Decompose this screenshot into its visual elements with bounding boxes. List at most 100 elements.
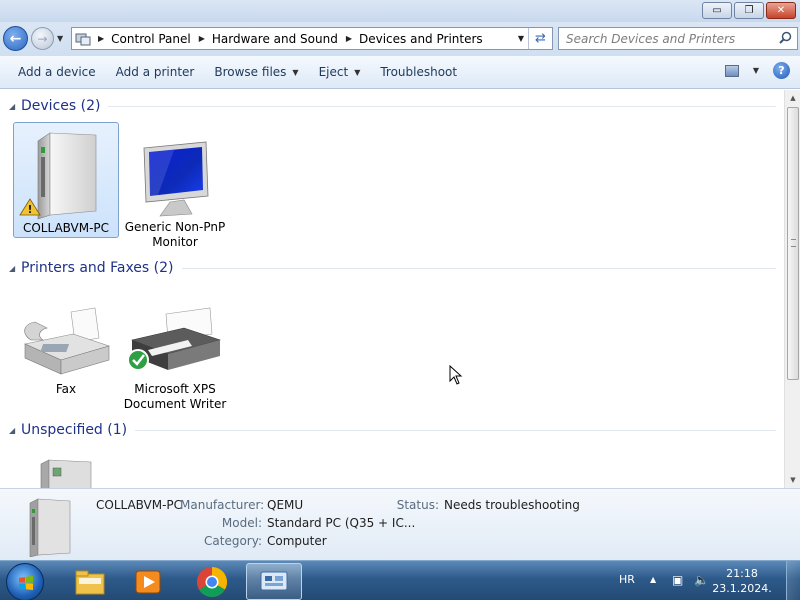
taskbar-devices-button[interactable]	[246, 563, 302, 600]
clock[interactable]: 21:18 23.1.2024.	[712, 566, 772, 596]
device-item-generic-monitor[interactable]: Generic Non-PnP Monitor	[122, 122, 228, 249]
refresh-icon: ⇄	[535, 31, 546, 46]
volume-icon[interactable]: 🔈	[694, 573, 709, 587]
collapse-icon[interactable]: ◢	[9, 264, 21, 273]
command-bar: Add a device Add a printer Browse files ▼…	[0, 56, 800, 89]
breadcrumb-control-panel[interactable]: Control Panel	[111, 32, 191, 46]
server-tower-icon	[40, 459, 92, 488]
maximize-button[interactable]: ❐	[734, 2, 764, 19]
details-pane: COLLABVM-PC Manufacturer: QEMU Model: St…	[0, 488, 800, 560]
details-model-value: Standard PC (Q35 + IC...	[267, 516, 416, 530]
add-printer-button[interactable]: Add a printer	[106, 60, 205, 84]
details-category-key: Category:	[204, 534, 262, 548]
minimize-button[interactable]: ▭	[702, 2, 732, 19]
address-bar[interactable]: ▶ Control Panel ▶ Hardware and Sound ▶ D…	[71, 27, 553, 50]
command-bar-right: ▼ ?	[724, 62, 790, 79]
back-arrow-icon: ←	[9, 30, 22, 47]
printer-default-icon	[127, 307, 222, 371]
language-indicator[interactable]: HR	[619, 573, 635, 586]
navigation-bar: ← → ▼ ▶ Control Panel ▶ Hardware and Sou…	[0, 22, 800, 56]
breadcrumb-separator-icon[interactable]: ▶	[199, 34, 205, 43]
scrollbar-thumb[interactable]	[787, 107, 799, 380]
device-label-line: Generic Non-PnP	[124, 220, 226, 234]
control-panel-icon	[72, 28, 94, 49]
vertical-scrollbar[interactable]: ▲ ▼	[784, 90, 800, 488]
unspecified-item[interactable]	[13, 446, 119, 488]
add-device-label: Add a device	[18, 65, 96, 79]
device-label: Generic Non-PnP Monitor	[122, 220, 228, 250]
browse-files-button[interactable]: Browse files ▼	[204, 60, 308, 84]
details-status-key: Status:	[396, 498, 439, 512]
windows-logo-icon	[19, 576, 33, 590]
taskbar-media-player-button[interactable]	[120, 563, 176, 600]
media-player-icon	[135, 570, 161, 593]
device-label-line: Monitor	[152, 235, 198, 249]
taskbar-chrome-button[interactable]	[184, 563, 240, 600]
history-dropdown-icon[interactable]: ▼	[57, 34, 63, 43]
forward-arrow-icon: →	[37, 31, 48, 46]
breadcrumb-hardware-and-sound[interactable]: Hardware and Sound	[212, 32, 338, 46]
eject-label: Eject	[318, 65, 349, 79]
refresh-button[interactable]: ⇄	[528, 28, 552, 49]
show-hidden-icons-icon[interactable]: ▲	[650, 575, 656, 584]
address-dropdown-icon[interactable]: ▼	[518, 34, 524, 43]
eject-button[interactable]: Eject ▼	[309, 60, 371, 84]
printer-label-line: Document Writer	[123, 397, 227, 411]
device-label: COLLABVM-PC	[22, 221, 110, 235]
group-title-printers: Printers and Faxes (2)	[21, 260, 174, 276]
help-icon[interactable]: ?	[773, 62, 790, 79]
details-manufacturer-value: QEMU	[267, 498, 304, 512]
details-device-name: COLLABVM-PC	[96, 498, 183, 512]
group-title-unspecified: Unspecified (1)	[21, 422, 128, 438]
scroll-up-icon[interactable]: ▲	[785, 90, 800, 106]
computer-tower-warning-icon: !	[19, 132, 97, 220]
group-header-unspecified[interactable]: ◢ Unspecified (1)	[0, 419, 784, 441]
change-view-icon[interactable]	[724, 64, 739, 77]
search-input[interactable]	[559, 28, 769, 49]
device-item-collabvm-pc[interactable]: ! COLLABVM-PC	[13, 122, 119, 238]
devices-content-area: ◢ Devices (2) ! COLLABVM-PC Generic Non-…	[0, 90, 784, 488]
file-explorer-icon	[75, 570, 105, 594]
details-model-key: Model:	[221, 516, 262, 530]
browse-files-label: Browse files	[214, 65, 287, 79]
breadcrumb-separator-icon[interactable]: ▶	[346, 34, 352, 43]
add-printer-label: Add a printer	[115, 65, 195, 79]
title-bar: ▭ ❐ ✕	[0, 0, 800, 22]
system-tray: HR ▲ ▣ 🔈 21:18 23.1.2024.	[600, 561, 800, 600]
clock-date: 23.1.2024.	[712, 582, 772, 595]
troubleshoot-label: Troubleshoot	[380, 65, 458, 79]
view-options-dropdown-icon[interactable]: ▼	[753, 66, 759, 75]
network-icon[interactable]: ▣	[672, 573, 683, 587]
close-button[interactable]: ✕	[766, 2, 796, 19]
collapse-icon[interactable]: ◢	[9, 102, 21, 111]
search-box	[558, 27, 798, 50]
chevron-down-icon: ▼	[292, 67, 299, 77]
monitor-icon	[143, 141, 209, 217]
fax-icon	[24, 307, 111, 375]
divider	[135, 429, 776, 431]
details-manufacturer-key: Manufacturer:	[180, 498, 265, 512]
search-icon[interactable]	[779, 31, 792, 44]
show-desktop-button[interactable]	[786, 561, 800, 600]
window-controls: ▭ ❐ ✕	[702, 2, 796, 19]
group-header-printers[interactable]: ◢ Printers and Faxes (2)	[0, 257, 784, 279]
scroll-down-icon[interactable]: ▼	[785, 472, 800, 488]
printer-item-fax[interactable]: Fax	[13, 284, 119, 400]
group-header-devices[interactable]: ◢ Devices (2)	[0, 95, 784, 117]
breadcrumb-separator-icon[interactable]: ▶	[98, 34, 104, 43]
divider	[181, 267, 776, 269]
svg-text:!: !	[27, 203, 32, 216]
breadcrumb-devices-and-printers[interactable]: Devices and Printers	[359, 32, 483, 46]
add-device-button[interactable]: Add a device	[8, 60, 106, 84]
chrome-icon	[196, 566, 228, 597]
taskbar-explorer-button[interactable]	[62, 563, 118, 600]
back-button[interactable]: ←	[3, 26, 28, 51]
start-button[interactable]	[6, 563, 44, 600]
printer-item-xps-writer[interactable]: Microsoft XPS Document Writer	[122, 284, 228, 411]
collapse-icon[interactable]: ◢	[9, 426, 21, 435]
forward-button[interactable]: →	[31, 27, 54, 50]
printer-label-line: Microsoft XPS	[134, 382, 216, 396]
grip-icon	[791, 239, 796, 247]
troubleshoot-button[interactable]: Troubleshoot	[370, 60, 467, 84]
breadcrumb: ▶ Control Panel ▶ Hardware and Sound ▶ D…	[94, 32, 483, 46]
